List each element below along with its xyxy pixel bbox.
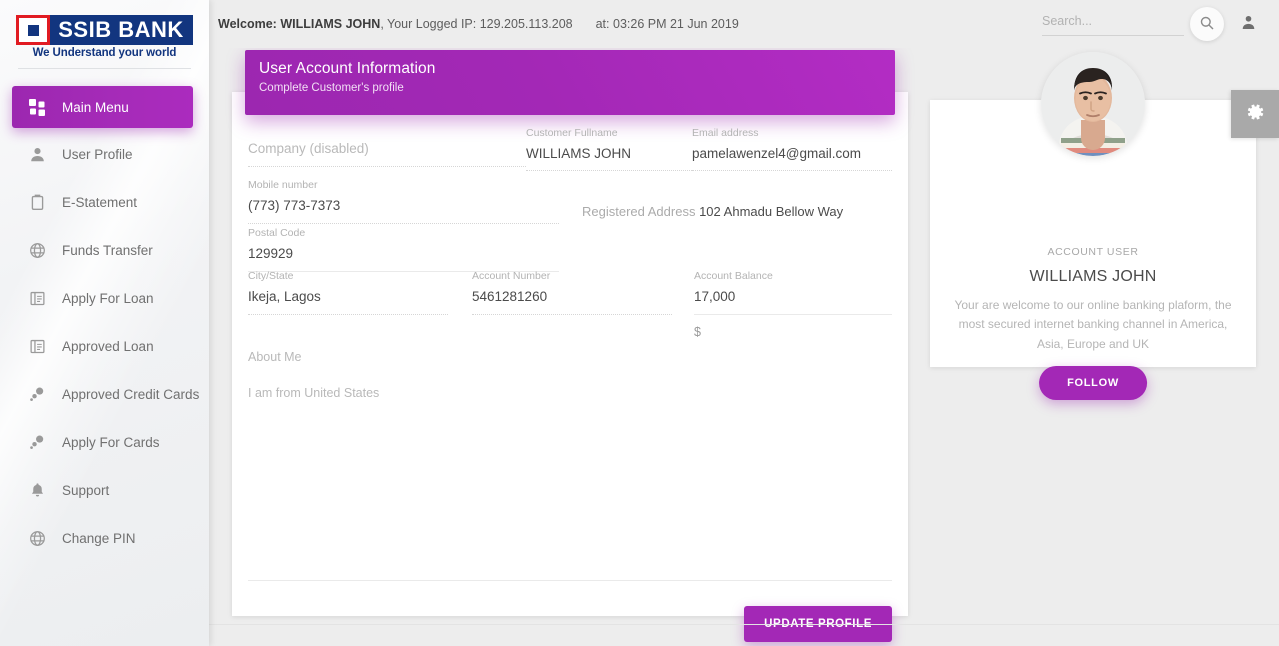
sidebar-item-label: Funds Transfer bbox=[62, 243, 153, 258]
account-number-field[interactable]: Account Number 5461281260 bbox=[472, 271, 672, 315]
main-content: User Account Information Complete Custom… bbox=[209, 48, 1279, 646]
topbar-actions bbox=[1042, 7, 1279, 41]
bubbles-icon bbox=[24, 386, 50, 403]
grid-dashboard-icon bbox=[24, 99, 50, 116]
company-value: Company (disabled) bbox=[248, 142, 526, 167]
sidebar-item-approved-credit-cards[interactable]: Approved Credit Cards bbox=[0, 372, 209, 416]
mobile-number-label: Mobile number bbox=[248, 180, 559, 192]
account-user-card: ACCOUNT USER WILLIAMS JOHN Your are welc… bbox=[930, 100, 1256, 367]
city-state-label: City/State bbox=[248, 271, 448, 283]
welcome-time-label: at: bbox=[596, 17, 610, 31]
sidebar-item-label: Approved Loan bbox=[62, 339, 154, 354]
search-field[interactable] bbox=[1042, 12, 1184, 36]
footer-divider bbox=[209, 624, 1279, 625]
about-me-divider bbox=[248, 580, 892, 581]
settings-gear-tab[interactable] bbox=[1231, 90, 1279, 138]
account-balance-value: 17,000 bbox=[694, 290, 892, 316]
welcome-message: Welcome: WILLIAMS JOHN, Your Logged IP: … bbox=[218, 17, 739, 31]
sidebar-nav: Main Menu User Profile E-Statement bbox=[0, 69, 209, 560]
search-input[interactable] bbox=[1042, 14, 1184, 28]
sidebar: SSIB BANK We Understand your world Main … bbox=[0, 0, 209, 646]
sidebar-item-apply-for-cards[interactable]: Apply For Cards bbox=[0, 420, 209, 464]
follow-button[interactable]: FOLLOW bbox=[1039, 366, 1147, 400]
sidebar-item-label: Main Menu bbox=[62, 100, 129, 115]
account-balance-field[interactable]: Account Balance 17,000 $ bbox=[694, 271, 892, 339]
logo-mark-icon bbox=[16, 15, 50, 45]
sidebar-item-change-pin[interactable]: Change PIN bbox=[0, 516, 209, 560]
user-account-information-card: User Account Information Complete Custom… bbox=[232, 92, 908, 616]
welcome-time-value: 03:26 PM 21 Jun 2019 bbox=[613, 17, 739, 31]
topbar: Welcome: WILLIAMS JOHN, Your Logged IP: … bbox=[209, 0, 1279, 48]
form-row-3: Postal Code 129929 bbox=[248, 228, 892, 272]
registered-address-value: 102 Ahmadu Bellow Way bbox=[699, 204, 843, 219]
account-number-value: 5461281260 bbox=[472, 290, 672, 316]
account-role-label: ACCOUNT USER bbox=[930, 246, 1256, 258]
sidebar-item-support[interactable]: Support bbox=[0, 468, 209, 512]
document-list-icon bbox=[24, 338, 50, 355]
sidebar-item-approved-loan[interactable]: Approved Loan bbox=[0, 324, 209, 368]
postal-code-field[interactable]: Postal Code 129929 bbox=[248, 228, 559, 272]
sidebar-item-label: Support bbox=[62, 483, 109, 498]
account-user-name: WILLIAMS JOHN bbox=[930, 268, 1256, 286]
sidebar-item-label: Change PIN bbox=[62, 531, 136, 546]
sidebar-item-label: Apply For Loan bbox=[62, 291, 154, 306]
card-subtitle: Complete Customer's profile bbox=[259, 82, 895, 94]
card-header: User Account Information Complete Custom… bbox=[245, 50, 895, 115]
user-account-button[interactable] bbox=[1240, 14, 1257, 34]
user-account-icon bbox=[1240, 14, 1257, 34]
bell-icon bbox=[24, 482, 50, 499]
gear-icon bbox=[1244, 101, 1266, 128]
mobile-number-field[interactable]: Mobile number (773) 773-7373 bbox=[248, 180, 559, 224]
globe-icon bbox=[24, 242, 50, 259]
fullname-field[interactable]: Customer Fullname WILLIAMS JOHN bbox=[526, 128, 692, 171]
user-photo-avatar bbox=[1041, 52, 1145, 156]
company-field[interactable]: Company (disabled) bbox=[248, 142, 526, 167]
clipboard-icon bbox=[24, 194, 50, 211]
person-icon bbox=[24, 146, 50, 163]
sidebar-item-e-statement[interactable]: E-Statement bbox=[0, 180, 209, 224]
search-button[interactable] bbox=[1190, 7, 1224, 41]
form-row-1: Company (disabled) Customer Fullname WIL… bbox=[248, 128, 892, 178]
brand-name: SSIB BANK bbox=[50, 15, 193, 45]
registered-address-field[interactable]: Registered Address 102 Ahmadu Bellow Way bbox=[582, 204, 843, 219]
sidebar-item-apply-for-loan[interactable]: Apply For Loan bbox=[0, 276, 209, 320]
mobile-number-value: (773) 773-7373 bbox=[248, 199, 559, 225]
fullname-value: WILLIAMS JOHN bbox=[526, 147, 692, 172]
search-icon bbox=[1199, 15, 1215, 34]
email-label: Email address bbox=[692, 128, 892, 140]
fullname-label: Customer Fullname bbox=[526, 128, 692, 140]
postal-code-label: Postal Code bbox=[248, 228, 559, 240]
avatar[interactable] bbox=[1041, 52, 1145, 156]
welcome-ip-value: 129.205.113.208 bbox=[480, 17, 573, 31]
welcome-user-name: WILLIAMS JOHN bbox=[280, 17, 380, 31]
city-state-field[interactable]: City/State Ikeja, Lagos bbox=[248, 271, 448, 315]
account-balance-currency: $ bbox=[694, 315, 892, 339]
globe-icon bbox=[24, 530, 50, 547]
brand-logo[interactable]: SSIB BANK We Understand your world bbox=[0, 0, 209, 68]
sidebar-item-user-profile[interactable]: User Profile bbox=[0, 132, 209, 176]
sidebar-item-label: User Profile bbox=[62, 147, 133, 162]
about-me-label: About Me bbox=[248, 350, 302, 364]
account-description: Your are welcome to our online banking p… bbox=[952, 296, 1234, 354]
about-me-value[interactable]: I am from United States bbox=[248, 386, 379, 400]
welcome-ip-label: , Your Logged IP: bbox=[380, 17, 476, 31]
city-state-value: Ikeja, Lagos bbox=[248, 290, 448, 316]
email-field[interactable]: Email address pamelawenzel4@gmail.com bbox=[692, 128, 892, 171]
account-balance-label: Account Balance bbox=[694, 271, 892, 283]
card-title: User Account Information bbox=[259, 60, 895, 78]
bubbles-icon bbox=[24, 434, 50, 451]
sidebar-item-label: Approved Credit Cards bbox=[62, 387, 199, 402]
brand-tagline: We Understand your world bbox=[16, 47, 193, 59]
sidebar-item-label: E-Statement bbox=[62, 195, 137, 210]
account-number-label: Account Number bbox=[472, 271, 672, 283]
email-value: pamelawenzel4@gmail.com bbox=[692, 147, 892, 172]
document-list-icon bbox=[24, 290, 50, 307]
registered-address-label: Registered Address bbox=[582, 204, 695, 219]
postal-code-value: 129929 bbox=[248, 247, 559, 273]
sidebar-item-funds-transfer[interactable]: Funds Transfer bbox=[0, 228, 209, 272]
sidebar-item-label: Apply For Cards bbox=[62, 435, 160, 450]
welcome-prefix: Welcome: bbox=[218, 17, 277, 31]
sidebar-item-main-menu[interactable]: Main Menu bbox=[12, 86, 193, 128]
